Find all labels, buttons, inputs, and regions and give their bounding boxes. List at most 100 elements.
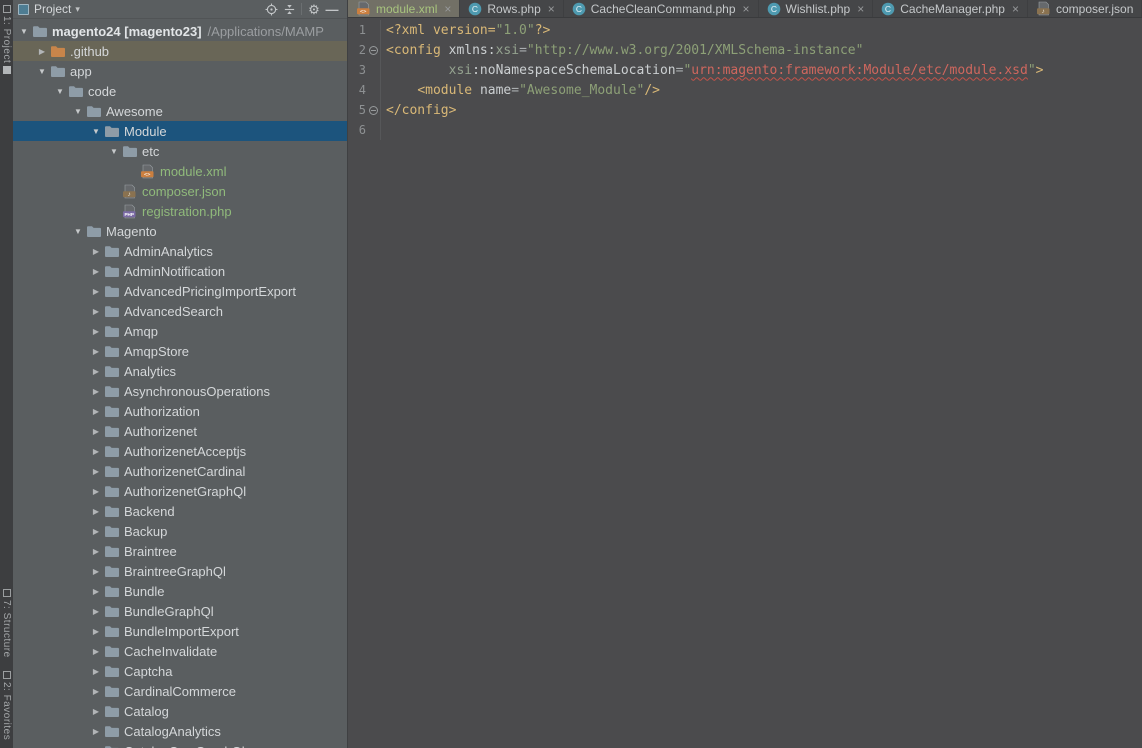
tree-row-advancedsearch[interactable]: ▶AdvancedSearch [13, 301, 347, 321]
tree-row-backup[interactable]: ▶Backup [13, 521, 347, 541]
expand-arrow-icon[interactable]: ▼ [107, 147, 121, 156]
collapse-arrow-icon[interactable]: ▶ [89, 527, 103, 536]
expand-arrow-icon[interactable]: ▼ [35, 67, 49, 76]
chevron-down-icon[interactable]: ▾ [75, 4, 80, 15]
fold-icon[interactable] [369, 46, 378, 55]
settings-button[interactable]: ⚙ [305, 1, 323, 17]
tree-row-composer.json[interactable]: ♪composer.json [13, 181, 347, 201]
tree-row-analytics[interactable]: ▶Analytics [13, 361, 347, 381]
collapse-arrow-icon[interactable]: ▶ [89, 507, 103, 516]
collapse-arrow-icon[interactable]: ▶ [89, 727, 103, 736]
tree-row-bundlegraphql[interactable]: ▶BundleGraphQl [13, 601, 347, 621]
tree-row-authorizenetgraphql[interactable]: ▶AuthorizenetGraphQl [13, 481, 347, 501]
collapse-arrow-icon[interactable]: ▶ [89, 587, 103, 596]
tree-row-cacheinvalidate[interactable]: ▶CacheInvalidate [13, 641, 347, 661]
tree-item-label: CatalogAnalytics [124, 724, 221, 739]
collapse-arrow-icon[interactable]: ▶ [89, 627, 103, 636]
expand-arrow-icon[interactable]: ▼ [53, 87, 67, 96]
collapse-arrow-icon[interactable]: ▶ [89, 667, 103, 676]
tree-row-advancedpricingimportexport[interactable]: ▶AdvancedPricingImportExport [13, 281, 347, 301]
tree-row-authorizenetacceptjs[interactable]: ▶AuthorizenetAcceptjs [13, 441, 347, 461]
tab-composer.json[interactable]: ♪composer.json [1028, 0, 1142, 17]
tree-row-authorizenet[interactable]: ▶Authorizenet [13, 421, 347, 441]
tab-cachecleancommand.php[interactable]: CCacheCleanCommand.php× [564, 0, 759, 17]
tree-row-bundleimportexport[interactable]: ▶BundleImportExport [13, 621, 347, 641]
tree-row-code[interactable]: ▼code [13, 81, 347, 101]
fold-marker[interactable] [366, 46, 380, 55]
collapse-arrow-icon[interactable]: ▶ [89, 687, 103, 696]
tree-row-braintreegraphql[interactable]: ▶BraintreeGraphQl [13, 561, 347, 581]
collapse-arrow-icon[interactable]: ▶ [89, 387, 103, 396]
collapse-all-button[interactable] [280, 1, 298, 17]
collapse-arrow-icon[interactable]: ▶ [89, 267, 103, 276]
tree-row-etc[interactable]: ▼etc [13, 141, 347, 161]
close-icon[interactable]: × [743, 3, 750, 15]
collapse-arrow-icon[interactable]: ▶ [89, 287, 103, 296]
collapse-arrow-icon[interactable]: ▶ [89, 307, 103, 316]
collapse-arrow-icon[interactable]: ▶ [89, 467, 103, 476]
code-line: <?xml version="1.0"?> [381, 23, 550, 38]
collapse-arrow-icon[interactable]: ▶ [89, 447, 103, 456]
collapse-arrow-icon[interactable]: ▶ [89, 427, 103, 436]
collapse-arrow-icon[interactable]: ▶ [89, 327, 103, 336]
tree-row-registration.php[interactable]: PHPregistration.php [13, 201, 347, 221]
tree-row-awesome[interactable]: ▼Awesome [13, 101, 347, 121]
tree-item-label: Module [124, 124, 167, 139]
tree-row-amqpstore[interactable]: ▶AmqpStore [13, 341, 347, 361]
collapse-arrow-icon[interactable]: ▶ [89, 407, 103, 416]
collapse-arrow-icon[interactable]: ▶ [89, 247, 103, 256]
tree-row-adminanalytics[interactable]: ▶AdminAnalytics [13, 241, 347, 261]
tab-cachemanager.php[interactable]: CCacheManager.php× [873, 0, 1028, 17]
tree-row-backend[interactable]: ▶Backend [13, 501, 347, 521]
tree-row-captcha[interactable]: ▶Captcha [13, 661, 347, 681]
fold-icon[interactable] [369, 106, 378, 115]
tree-row-cardinalcommerce[interactable]: ▶CardinalCommerce [13, 681, 347, 701]
favorites-tool-button[interactable]: 2: Favorites [1, 668, 12, 740]
close-icon[interactable]: × [444, 3, 451, 15]
tab-module.xml[interactable]: <>module.xml× [348, 0, 460, 17]
tree-row-.github[interactable]: ▶.github [13, 41, 347, 61]
tab-wishlist.php[interactable]: CWishlist.php× [759, 0, 874, 17]
expand-arrow-icon[interactable]: ▼ [89, 127, 103, 136]
expand-arrow-icon[interactable]: ▼ [71, 227, 85, 236]
collapse-arrow-icon[interactable]: ▶ [89, 487, 103, 496]
collapse-arrow-icon[interactable]: ▶ [89, 647, 103, 656]
collapse-arrow-icon[interactable]: ▶ [89, 607, 103, 616]
collapse-arrow-icon[interactable]: ▶ [35, 47, 49, 56]
close-icon[interactable]: × [548, 3, 555, 15]
tree-row-amqp[interactable]: ▶Amqp [13, 321, 347, 341]
fold-marker[interactable] [366, 106, 380, 115]
tree-row-magento24[interactable]: ▼magento24 [magento23]/Applications/MAMP [13, 21, 347, 41]
tab-rows.php[interactable]: CRows.php× [460, 0, 563, 17]
collapse-arrow-icon[interactable]: ▶ [89, 367, 103, 376]
tree-row-authorization[interactable]: ▶Authorization [13, 401, 347, 421]
collapse-arrow-icon[interactable]: ▶ [89, 707, 103, 716]
project-tool-button[interactable]: 1: Project [1, 2, 12, 77]
tree-row-app[interactable]: ▼app [13, 61, 347, 81]
close-icon[interactable]: × [1012, 3, 1019, 15]
close-icon[interactable]: × [857, 3, 864, 15]
tree-row-authorizenetcardinal[interactable]: ▶AuthorizenetCardinal [13, 461, 347, 481]
expand-arrow-icon[interactable]: ▼ [17, 27, 31, 36]
structure-tool-button[interactable]: 7: Structure [1, 586, 12, 658]
folder-icon [103, 724, 120, 739]
tree-row-catalogcmsgraphql[interactable]: ▶CatalogCmsGraphQl [13, 741, 347, 748]
collapse-arrow-icon[interactable]: ▶ [89, 347, 103, 356]
tree-row-module[interactable]: ▼ Module [13, 121, 347, 141]
tree-row-asynchronousoperations[interactable]: ▶AsynchronousOperations [13, 381, 347, 401]
collapse-arrow-icon[interactable]: ▶ [89, 547, 103, 556]
hide-panel-button[interactable]: — [323, 1, 341, 17]
tree-row-magento[interactable]: ▼Magento [13, 221, 347, 241]
tree-row-cataloganalytics[interactable]: ▶ CatalogAnalytics [13, 721, 347, 741]
tree-row-catalog[interactable]: ▶Catalog [13, 701, 347, 721]
tree-row-adminnotification[interactable]: ▶AdminNotification [13, 261, 347, 281]
collapse-arrow-icon[interactable]: ▶ [89, 567, 103, 576]
class-file-icon: C [881, 2, 895, 16]
expand-arrow-icon[interactable]: ▼ [71, 107, 85, 116]
locate-file-button[interactable] [262, 1, 280, 17]
tree-item-label: magento24 [magento23] [52, 24, 202, 39]
tree-row-braintree[interactable]: ▶Braintree [13, 541, 347, 561]
code-editor[interactable]: 1<?xml version="1.0"?>2<config xmlns:xsi… [348, 18, 1142, 748]
tree-row-module.xml[interactable]: <>module.xml [13, 161, 347, 181]
tree-row-bundle[interactable]: ▶Bundle [13, 581, 347, 601]
